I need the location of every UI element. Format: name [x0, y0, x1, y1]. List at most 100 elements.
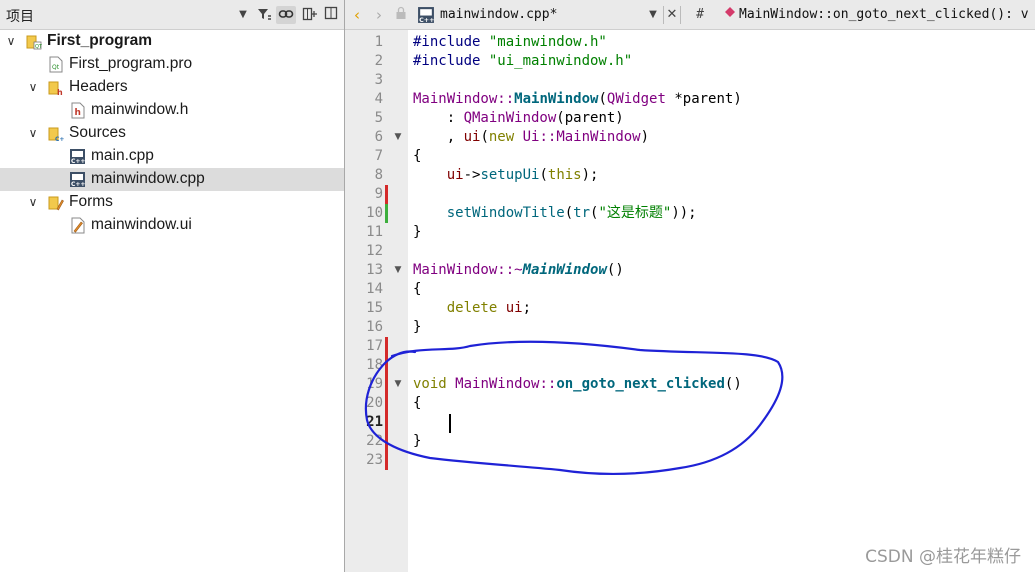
svg-text:C+: C+	[55, 136, 64, 142]
code-line: : QMainWindow(parent)	[413, 110, 624, 126]
tree-item-label: Sources	[69, 124, 126, 141]
fold-marker-icon[interactable]: ▼	[393, 261, 403, 280]
tree-item-headers[interactable]: ∨ h Headers	[0, 76, 344, 99]
change-marker	[385, 204, 388, 223]
change-marker	[385, 432, 388, 451]
line-number: 12	[366, 243, 383, 259]
pro-file-icon: Qt	[48, 56, 64, 73]
line-number: 22	[366, 433, 383, 449]
cpp-file-icon: C++	[416, 6, 436, 24]
change-marker	[385, 337, 388, 356]
tree-item-header-file[interactable]: h mainwindow.h	[0, 99, 344, 122]
line-number: 14	[366, 281, 383, 297]
code-line: #include "mainwindow.h"	[413, 34, 607, 50]
chevron-down-icon[interactable]: ∨	[4, 34, 18, 48]
line-number: 16	[366, 319, 383, 335]
code-line: }	[413, 224, 422, 240]
open-file-selector[interactable]: mainwindow.cpp*	[440, 7, 557, 22]
filter-icon[interactable]	[254, 6, 274, 24]
panel-view-dropdown-icon[interactable]: ▼	[236, 6, 250, 24]
tree-item-label: main.cpp	[91, 147, 154, 164]
line-number: 1	[374, 34, 383, 50]
tree-item-root[interactable]: ∨ QT First_program	[0, 30, 344, 53]
change-marker	[385, 394, 388, 413]
tree-item-label: Forms	[69, 193, 113, 210]
code-line: #include "ui_mainwindow.h"	[413, 53, 633, 69]
forms-folder-icon	[48, 194, 64, 211]
chevron-down-icon[interactable]: ∨	[26, 80, 40, 94]
code-line: , ui(new Ui::MainWindow)	[413, 129, 650, 145]
tree-item-source-main[interactable]: C++ main.cpp	[0, 145, 344, 168]
forward-arrow-icon[interactable]: ›	[372, 6, 386, 24]
svg-text:C++: C++	[71, 181, 85, 188]
line-number: 3	[374, 72, 383, 88]
lock-icon	[394, 6, 408, 24]
back-arrow-icon[interactable]: ‹	[350, 6, 364, 24]
line-number: 18	[366, 357, 383, 373]
change-marker	[385, 356, 388, 375]
tree-item-label: Headers	[69, 78, 128, 95]
line-number: 13	[366, 262, 383, 278]
tree-item-label: mainwindow.h	[91, 101, 189, 118]
symbol-selector[interactable]: MainWindow::on_goto_next_clicked(): v	[739, 7, 1029, 22]
cpp-file-icon: C++	[69, 148, 85, 165]
code-line: delete ui;	[446, 300, 532, 316]
code-line: }	[413, 433, 422, 449]
panel-title: 项目	[6, 9, 34, 25]
line-number: 6	[374, 129, 383, 145]
tree-item-forms[interactable]: ∨ Forms	[0, 191, 344, 214]
change-marker	[385, 375, 388, 394]
tree-item-form-file[interactable]: mainwindow.ui	[0, 214, 344, 237]
code-line: {	[413, 281, 422, 297]
svg-text:Qt: Qt	[52, 64, 60, 71]
editor-toolbar: ‹ › C++ mainwindow.cpp* ▼ ✕ # MainWindow…	[345, 0, 1035, 30]
tree-item-source-mainwindow[interactable]: C++ mainwindow.cpp	[0, 168, 344, 191]
line-number: 5	[374, 110, 383, 126]
line-number: 11	[366, 224, 383, 240]
line-number: 8	[374, 167, 383, 183]
close-document-icon[interactable]: ✕	[663, 6, 681, 24]
method-symbol-icon	[723, 6, 737, 24]
ui-file-icon	[70, 217, 86, 234]
line-number-gutter: 1 2 3 4 5 6 ▼ 7 8 9 10 11 12 13 ▼ 14 15 16 17 18 19 ▼ 20 21 22 23	[345, 30, 408, 572]
svg-text:h: h	[57, 88, 63, 96]
project-folder-icon: QT	[26, 33, 43, 50]
code-line: MainWindow::~MainWindow()	[413, 262, 624, 278]
sources-folder-icon: C+	[48, 125, 64, 143]
cpp-file-icon: C++	[69, 171, 85, 188]
fold-marker-icon[interactable]: ▼	[393, 375, 403, 394]
close-panel-icon[interactable]	[322, 6, 340, 24]
change-marker	[385, 185, 388, 204]
chevron-down-icon[interactable]: ∨	[26, 126, 40, 140]
tree-item-sources[interactable]: ∨ C+ Sources	[0, 122, 344, 145]
code-line: void MainWindow::on_goto_next_clicked()	[413, 376, 742, 392]
change-marker	[385, 451, 388, 470]
line-number: 23	[366, 452, 383, 468]
svg-text:C++: C++	[419, 17, 434, 24]
split-view-icon[interactable]	[300, 6, 320, 24]
project-panel: 项目 ▼ ∨ QT First_program Qt First_program…	[0, 0, 344, 572]
code-editor[interactable]: #include "mainwindow.h" #include "ui_mai…	[408, 30, 1035, 572]
tree-item-label: First_program.pro	[69, 55, 193, 72]
line-number: 15	[366, 300, 383, 316]
headers-folder-icon: h	[48, 79, 64, 97]
hash-label: #	[696, 7, 704, 22]
line-number: 20	[366, 395, 383, 411]
tree-item-pro-file[interactable]: Qt First_program.pro	[0, 53, 344, 76]
code-line: MainWindow::MainWindow(QWidget *parent)	[413, 91, 742, 107]
code-line: ui->setupUi(this);	[446, 167, 599, 183]
link-with-editor-icon[interactable]	[276, 6, 296, 24]
header-file-icon: h	[70, 102, 86, 119]
line-number: 7	[374, 148, 383, 164]
text-cursor	[449, 414, 451, 433]
code-line: {	[413, 395, 422, 411]
project-panel-toolbar: 项目 ▼	[0, 0, 344, 30]
svg-text:h: h	[75, 108, 81, 118]
fold-marker-icon[interactable]: ▼	[393, 128, 403, 147]
code-line: {	[413, 148, 422, 164]
chevron-down-icon[interactable]: ∨	[26, 195, 40, 209]
change-marker	[385, 413, 388, 432]
svg-text:QT: QT	[35, 44, 42, 50]
line-number: 19	[366, 376, 383, 392]
file-dropdown-icon[interactable]: ▼	[647, 6, 659, 24]
